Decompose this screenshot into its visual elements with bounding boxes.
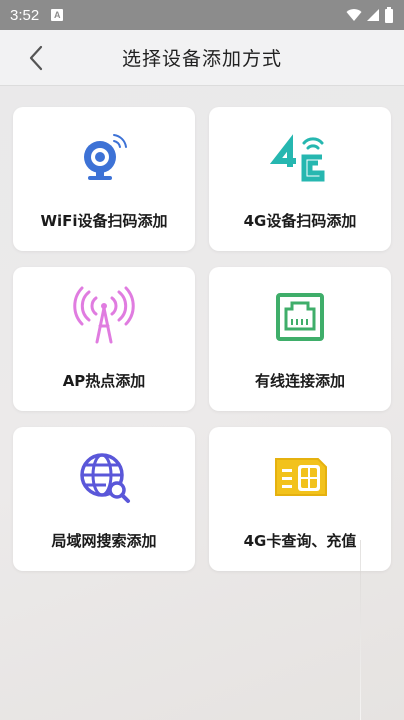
globe-search-icon	[72, 445, 136, 509]
card-label: WiFi设备扫码添加	[40, 212, 168, 230]
background-decoration	[360, 540, 361, 720]
card-label: 4G设备扫码添加	[243, 212, 357, 230]
status-time: 3:52	[10, 6, 40, 24]
page-title: 选择设备添加方式	[121, 48, 282, 70]
card-label: 局域网搜索添加	[51, 532, 157, 550]
card-label: AP热点添加	[62, 372, 146, 390]
card-4g-sim[interactable]: 4G卡查询、充值	[209, 427, 391, 571]
card-wifi-scan[interactable]: WiFi设备扫码添加	[13, 107, 195, 251]
battery-icon	[385, 7, 393, 23]
card-ap-hotspot[interactable]: AP热点添加	[13, 267, 195, 411]
status-icons	[346, 7, 394, 23]
notification-badge: A	[51, 9, 64, 21]
sim-card-icon	[268, 445, 332, 509]
card-label: 4G卡查询、充值	[243, 532, 357, 550]
card-wired[interactable]: 有线连接添加	[209, 267, 391, 411]
card-label: 有线连接添加	[254, 372, 345, 390]
cell-signal-icon	[367, 9, 379, 21]
card-4g-scan[interactable]: 4G设备扫码添加	[209, 107, 391, 251]
status-bar: 3:52 A	[0, 0, 404, 30]
back-button[interactable]	[20, 42, 52, 74]
chevron-left-icon	[29, 45, 43, 71]
ethernet-port-icon	[268, 285, 332, 349]
4g-signal-icon	[268, 125, 332, 189]
wifi-camera-icon	[72, 125, 136, 189]
wifi-status-icon	[346, 9, 362, 21]
header: 选择设备添加方式	[0, 30, 404, 86]
antenna-icon	[72, 285, 136, 349]
card-lan-search[interactable]: 局域网搜索添加	[13, 427, 195, 571]
